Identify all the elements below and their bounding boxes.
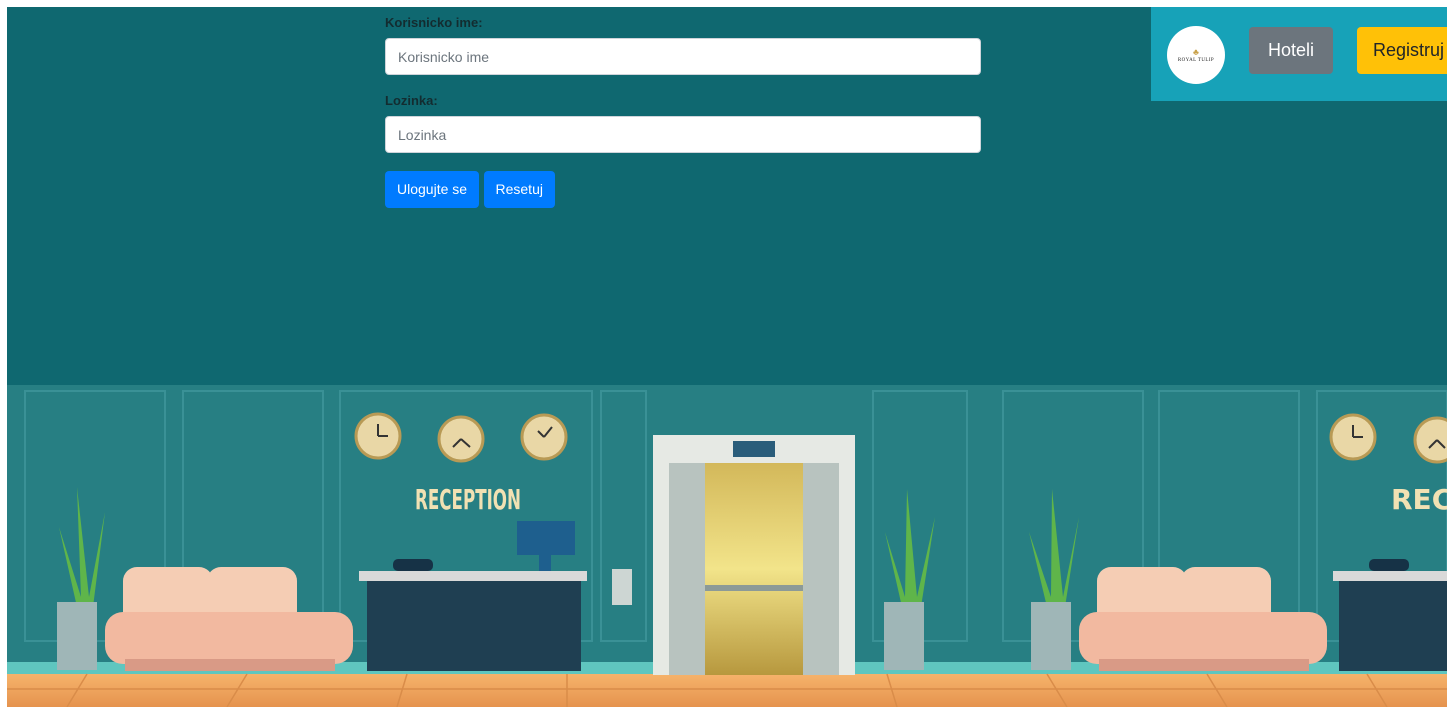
reception-sign-right: RECEP [1391,483,1447,516]
hotels-button[interactable]: Hoteli [1249,27,1333,74]
reception-sign-left: RECEPTION [415,483,521,516]
logo-text: ROYAL TULIP [1177,57,1215,63]
clock-icon [437,415,485,463]
password-input[interactable] [385,116,981,153]
clock-icon [1329,413,1377,461]
register-button[interactable]: Registruj [1357,27,1447,74]
form-actions: Ulogujte se Resetuj [385,171,981,208]
reset-button[interactable]: Resetuj [483,171,555,208]
tulip-icon: ♣ [1193,46,1199,57]
login-form: Korisnicko ime: Lozinka: Ulogujte se Res… [385,15,981,208]
floor [7,674,1447,707]
password-label: Lozinka: [385,93,438,108]
clock-icon [1413,416,1447,464]
login-button[interactable]: Ulogujte se [385,171,480,208]
clock-icon [354,412,402,460]
page: RECEPTION RECEP [7,7,1447,707]
reception-desk [1333,559,1447,671]
username-input[interactable] [385,38,981,75]
clock-icon [520,413,568,461]
username-label: Korisnicko ime: [385,15,483,30]
royal-tulip-logo[interactable]: ♣ ROYAL TULIP [1167,26,1225,84]
navbar: ♣ ROYAL TULIP Hoteli Registruj [1151,7,1447,101]
